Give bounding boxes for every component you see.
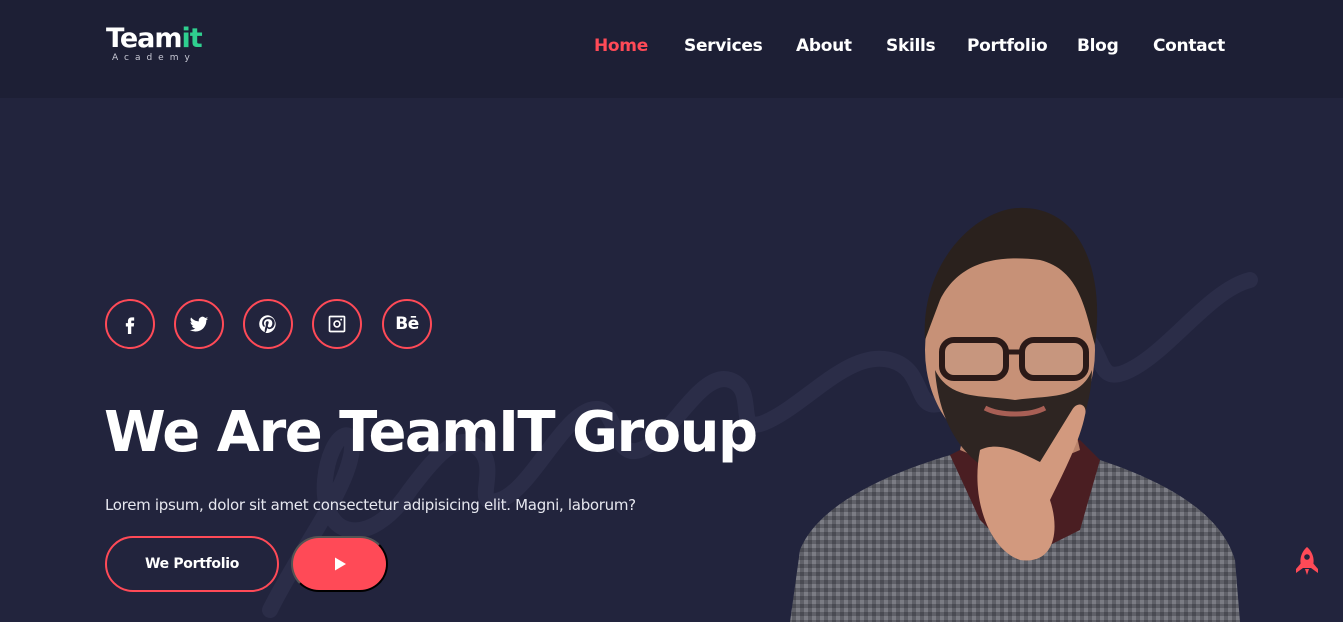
pinterest-link[interactable] (243, 299, 293, 349)
nav-skills[interactable]: Skills (886, 36, 936, 56)
twitter-icon (189, 316, 209, 332)
logo-main-text: Team (106, 23, 182, 54)
nav-portfolio[interactable]: Portfolio (967, 36, 1048, 56)
behance-link[interactable]: Bē (382, 299, 432, 349)
portfolio-button[interactable]: We Portfolio (105, 536, 279, 592)
hero-subtext: Lorem ipsum, dolor sit amet consectetur … (105, 496, 636, 514)
hero-headline: We Are TeamIT Group (104, 400, 758, 465)
pinterest-icon (259, 315, 276, 334)
nav-home[interactable]: Home (594, 36, 648, 56)
instagram-icon (328, 315, 346, 333)
brand-logo[interactable]: Teamit Academy (106, 24, 216, 70)
nav-about[interactable]: About (796, 36, 852, 56)
instagram-link[interactable] (312, 299, 362, 349)
twitter-link[interactable] (174, 299, 224, 349)
rocket-icon[interactable] (1294, 546, 1320, 576)
facebook-link[interactable] (105, 299, 155, 349)
behance-icon: Bē (395, 314, 419, 334)
nav-contact[interactable]: Contact (1153, 36, 1225, 56)
play-video-button[interactable] (291, 536, 388, 592)
facebook-icon (125, 317, 135, 334)
nav-blog[interactable]: Blog (1077, 36, 1119, 56)
logo-subtitle: Academy (112, 53, 196, 63)
nav-services[interactable]: Services (684, 36, 763, 56)
play-icon (334, 557, 346, 571)
logo-accent-text: it (181, 23, 203, 54)
hero-portrait-image (790, 207, 1240, 622)
site-header: Teamit Academy Home Services About Skill… (0, 0, 1343, 98)
